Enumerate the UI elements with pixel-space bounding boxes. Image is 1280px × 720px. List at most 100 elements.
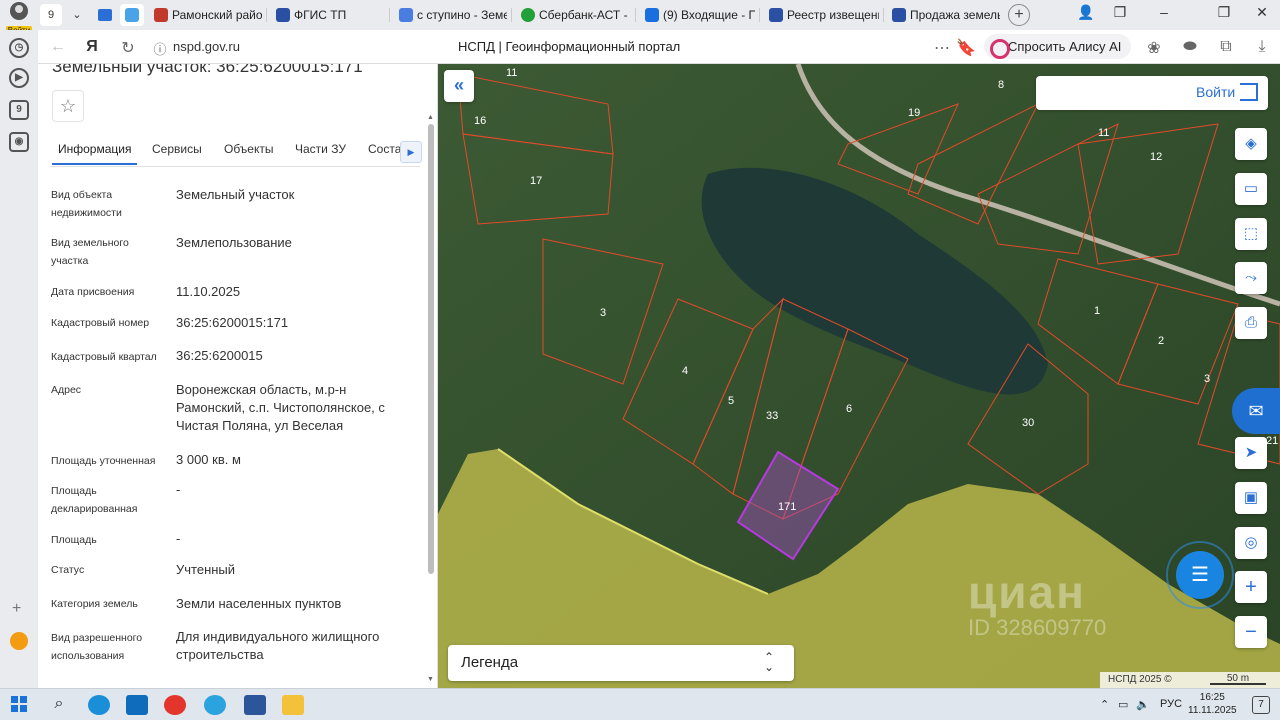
profile-button[interactable]: Войти — [4, 2, 34, 35]
chat-button[interactable]: ☰ — [1166, 541, 1234, 609]
notifications-badge[interactable]: 7 — [1252, 696, 1270, 714]
tab-pinned-1[interactable] — [94, 4, 116, 26]
close-icon[interactable]: ✕ — [1250, 4, 1274, 21]
language-indicator[interactable]: РУС — [1160, 698, 1182, 710]
watermark-id: ID 328609770 — [968, 615, 1107, 640]
history-icon[interactable]: ◷ — [9, 38, 29, 58]
pinned-tab-icon — [98, 9, 112, 21]
property-value: Землепользование — [176, 235, 292, 250]
screenshot-icon[interactable]: ◉ — [9, 132, 29, 152]
favorite-star-icon[interactable]: ☆ — [52, 90, 84, 122]
object-title: Земельный участок: 36:25:6200015:171 — [52, 64, 363, 76]
print-icon[interactable]: ⎙ — [1235, 307, 1267, 339]
property-label: Вид земельного участка — [51, 237, 129, 267]
reload-icon[interactable]: ↻ — [118, 38, 138, 58]
property-label: Дата присвоения — [51, 286, 135, 298]
parcel-label: 11 — [506, 67, 517, 79]
volume-icon[interactable]: 🔈 — [1136, 698, 1150, 711]
tab-title: Продажа земельн — [910, 8, 1000, 22]
expand-icon: ⌃ ⌄ — [764, 650, 775, 674]
tray-chevron-icon[interactable]: ⌃ — [1100, 698, 1109, 711]
tab-favicon — [154, 8, 168, 22]
login-button[interactable]: Войти — [1036, 76, 1268, 110]
parcel-label: 2 — [1158, 335, 1164, 347]
tab-manager-icon[interactable]: ❐ — [1108, 4, 1132, 21]
property-value: Земельный участок — [176, 187, 295, 202]
yandex-icon[interactable]: Я — [82, 38, 102, 56]
collapse-panel-button[interactable]: « — [444, 70, 474, 102]
cadastral-map[interactable]: 11 16 17 3 4 5 33 6 171 19 8 11 12 1 2 3… — [438, 64, 1280, 688]
network-icon[interactable]: ▭ — [1118, 698, 1128, 711]
downloads-icon[interactable]: ⤓ — [1252, 38, 1272, 56]
layers-icon[interactable]: ◈ — [1235, 128, 1267, 160]
tab-parts[interactable]: Части ЗУ — [295, 142, 346, 156]
back-icon[interactable]: ← — [48, 38, 68, 56]
property-label: Кадастровый номер — [51, 317, 150, 329]
tabs-badge[interactable]: 9 — [9, 100, 29, 120]
telegram-icon[interactable] — [204, 695, 226, 715]
alice-button[interactable]: Спросить Алису AI — [984, 34, 1132, 59]
url-field[interactable]: nspd.gov.ru — [173, 39, 240, 54]
login-icon — [1240, 83, 1258, 101]
legend-label: Легенда — [461, 654, 519, 671]
feedback-button[interactable]: ✉ — [1232, 388, 1280, 434]
taskbar-clock[interactable]: 16:25 11.11.2025 — [1188, 691, 1237, 717]
tab-information[interactable]: Информация — [51, 142, 139, 165]
tab-1[interactable]: Рамонский район — [150, 3, 262, 27]
select-area-icon[interactable]: ⬚ — [1235, 218, 1267, 250]
parcel-label: 3 — [1204, 373, 1210, 385]
tab-2[interactable]: ФГИС ТП — [272, 3, 384, 27]
share-icon[interactable]: ⤳ — [1235, 262, 1267, 294]
tab-title: Рамонский район — [172, 8, 262, 22]
add-icon[interactable]: + — [12, 600, 21, 618]
restore-icon[interactable]: ❐ — [1212, 4, 1236, 21]
bookmark-icon[interactable]: 🔖 — [956, 38, 976, 58]
tab-services[interactable]: Сервисы — [152, 142, 202, 156]
zoom-in-icon[interactable]: + — [1235, 571, 1267, 603]
more-icon[interactable]: ⋯ — [932, 38, 952, 58]
login-label: Войти — [1196, 84, 1236, 100]
chevron-down-icon[interactable]: ⌄ — [66, 4, 88, 26]
yandex-browser-icon[interactable] — [164, 695, 186, 715]
search-icon[interactable]: ⌕ — [48, 695, 70, 715]
minimap-icon[interactable]: ▣ — [1235, 482, 1267, 514]
panel-scrollbar[interactable] — [428, 124, 434, 574]
tab-favicon — [399, 8, 413, 22]
nspd-tab-icon — [125, 8, 139, 22]
tab-4[interactable]: Сбербанк-АСТ - Э — [517, 3, 631, 27]
tab-5[interactable]: (9) Входящие - По — [641, 3, 755, 27]
scroll-down-icon[interactable]: ▼ — [427, 676, 434, 683]
tabs-scroll-right-icon[interactable]: ▶ — [400, 141, 422, 163]
play-icon[interactable]: ▶ — [9, 68, 29, 88]
tab-favicon — [769, 8, 783, 22]
protect-icon[interactable]: ⬬ — [1180, 38, 1200, 56]
navigate-icon[interactable]: ➤ — [1235, 437, 1267, 469]
edge-icon[interactable] — [88, 695, 110, 715]
file-explorer-icon[interactable] — [282, 695, 304, 715]
tab-7[interactable]: Продажа земельн — [888, 3, 1000, 27]
property-label: Площадь уточненная — [51, 455, 156, 467]
locate-icon[interactable]: ◎ — [1235, 527, 1267, 559]
notifications-icon[interactable] — [10, 632, 28, 650]
scroll-up-icon[interactable]: ▲ — [427, 114, 434, 121]
outlook-icon[interactable] — [126, 695, 148, 715]
profile-icon[interactable]: 👤 — [1074, 4, 1098, 21]
ruler-icon[interactable]: ▭ — [1235, 173, 1267, 205]
tab-pinned-active[interactable] — [120, 4, 144, 26]
zoom-out-icon[interactable]: − — [1235, 616, 1267, 648]
tab-composition[interactable]: Соста — [368, 142, 401, 156]
word-icon[interactable] — [244, 695, 266, 715]
tab-title: (9) Входящие - По — [663, 8, 755, 22]
minimize-icon[interactable]: – — [1152, 4, 1176, 20]
tab-3[interactable]: с ступино - Земел — [395, 3, 507, 27]
collections-icon[interactable]: ⧉ — [1216, 38, 1236, 56]
site-info-icon[interactable]: ⓘ — [150, 39, 170, 58]
tab-count-button[interactable]: 9 — [40, 4, 62, 26]
tab-6[interactable]: Реестр извещени — [765, 3, 879, 27]
tab-objects[interactable]: Объекты — [224, 142, 274, 156]
extension-icon[interactable]: ❀ — [1144, 38, 1164, 58]
windows-start-icon[interactable] — [10, 695, 32, 715]
new-tab-button[interactable]: + — [1008, 4, 1030, 26]
legend-dropdown[interactable]: Легенда ⌃ ⌄ — [448, 645, 794, 681]
info-panel: Земельный участок: 36:25:6200015:171 ☆ И… — [38, 64, 438, 688]
